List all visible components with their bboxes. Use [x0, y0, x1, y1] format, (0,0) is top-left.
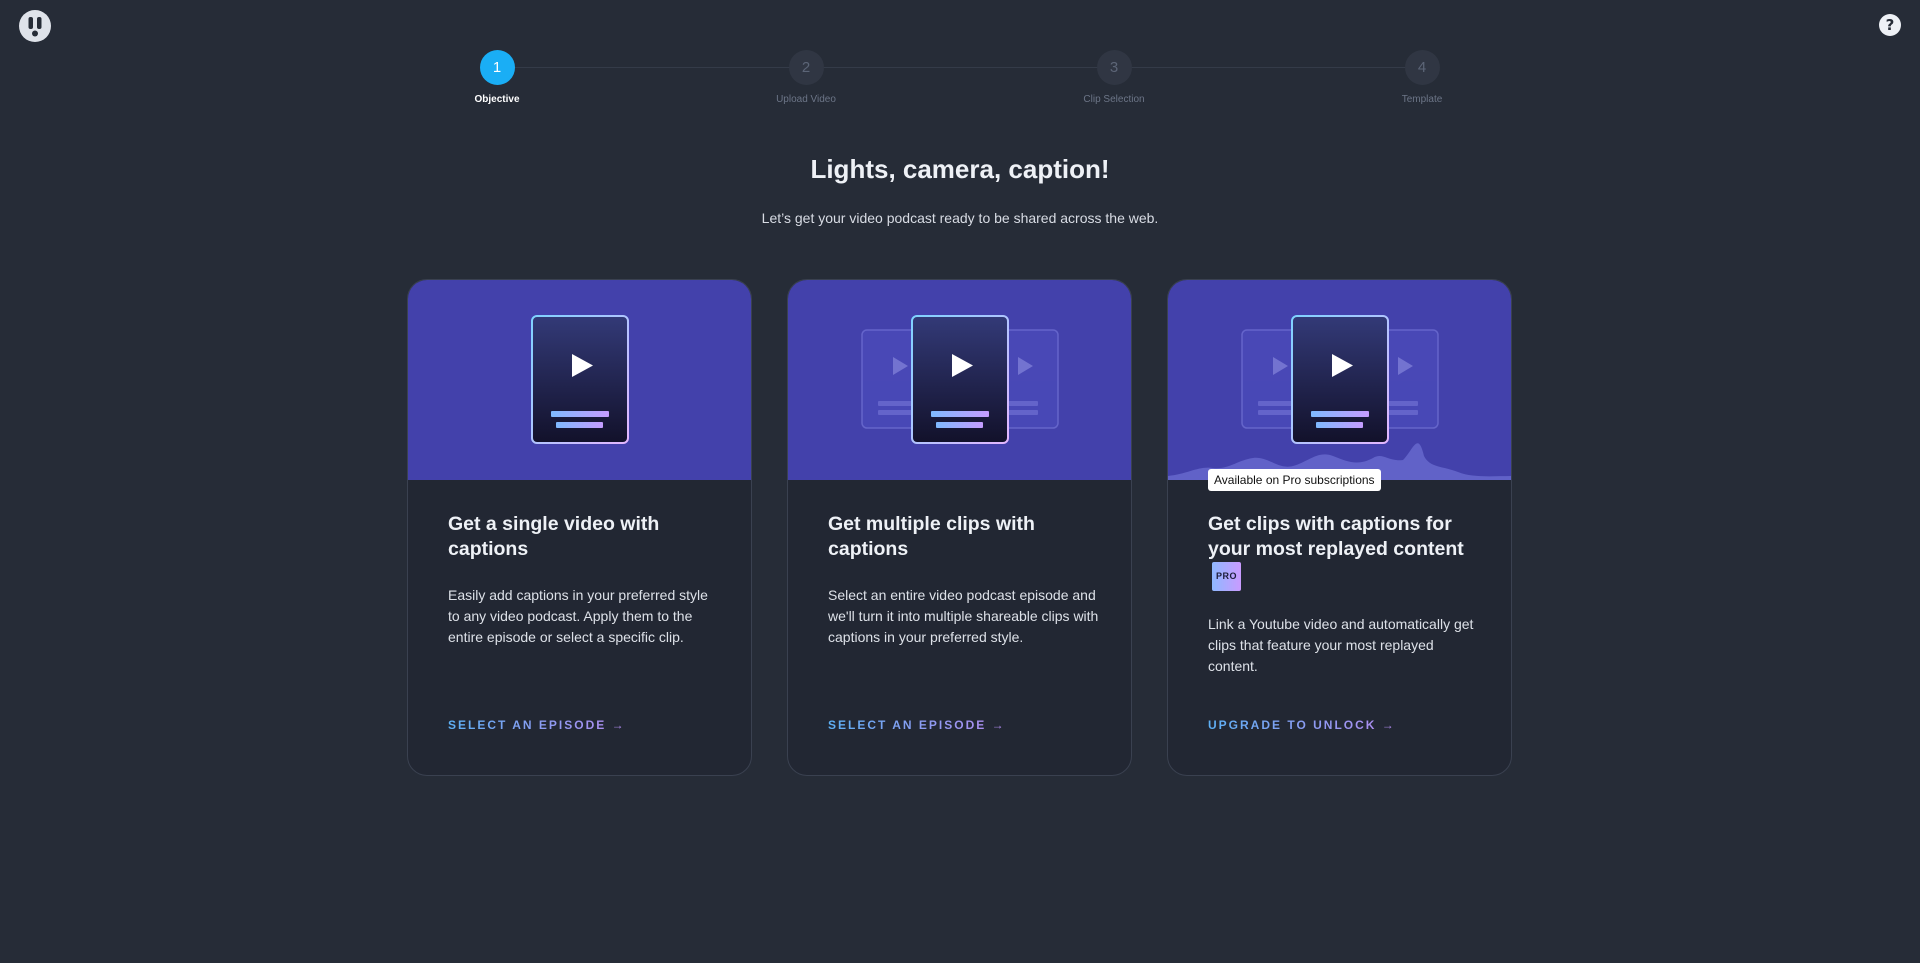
- page-title: Lights, camera, caption!: [810, 154, 1110, 184]
- card-title: Get multiple clips with captions: [828, 513, 1035, 560]
- card-title: Get a single video with captions: [448, 513, 660, 560]
- step-clip-selection[interactable]: 3 Clip Selection: [1059, 50, 1169, 105]
- exclamation-logo-icon: [28, 17, 42, 37]
- page: ? 1 Objective 2 Upload Video 3 Clip Sele…: [0, 0, 1920, 963]
- card-description: Select an entire video podcast episode a…: [828, 587, 1099, 645]
- video-card-icon: [1291, 315, 1389, 444]
- card-description: Easily add captions in your preferred st…: [448, 587, 708, 645]
- pro-tooltip: Available on Pro subscriptions: [1208, 469, 1381, 491]
- step-label: Clip Selection: [1083, 94, 1145, 105]
- step-template[interactable]: 4 Template: [1367, 50, 1477, 105]
- card-content: Get clips with captions for your most re…: [1208, 512, 1483, 677]
- card-illustration: [408, 280, 751, 480]
- card-content: Get multiple clips with captions Select …: [828, 512, 1103, 648]
- app-logo[interactable]: [19, 10, 51, 42]
- help-button[interactable]: ?: [1879, 14, 1901, 36]
- page-subtitle: Let’s get your video podcast ready to be…: [761, 210, 1159, 226]
- upgrade-link[interactable]: UPGRADE TO UNLOCK →: [1208, 718, 1396, 732]
- card-illustration: [788, 280, 1131, 480]
- card-most-replayed[interactable]: Available on Pro subscriptions Get clips…: [1167, 279, 1512, 776]
- select-episode-link[interactable]: SELECT AN EPISODE →: [448, 718, 626, 732]
- question-mark-icon: ?: [1885, 16, 1895, 34]
- video-card-icon: [911, 315, 1009, 444]
- card-single-video[interactable]: Get a single video with captions Easily …: [407, 279, 752, 776]
- step-number: 2: [788, 50, 824, 85]
- video-card-icon: [531, 315, 629, 444]
- step-number: 3: [1096, 50, 1132, 85]
- stepper-track: [497, 67, 1422, 68]
- card-description: Link a Youtube video and automatically g…: [1208, 616, 1474, 674]
- step-label: Upload Video: [776, 94, 836, 105]
- card-title-text: Get clips with captions for your most re…: [1208, 513, 1464, 560]
- step-upload-video[interactable]: 2 Upload Video: [751, 50, 861, 105]
- step-label: Template: [1401, 94, 1443, 105]
- progress-stepper: 1 Objective 2 Upload Video 3 Clip Select…: [474, 50, 1442, 110]
- card-illustration: Available on Pro subscriptions: [1168, 280, 1511, 491]
- card-content: Get a single video with captions Easily …: [448, 512, 723, 648]
- step-number: 1: [479, 50, 515, 85]
- step-objective[interactable]: 1 Objective: [442, 50, 552, 105]
- card-title: Get clips with captions for your most re…: [1208, 512, 1483, 591]
- card-multiple-clips[interactable]: Get multiple clips with captions Select …: [787, 279, 1132, 776]
- select-episode-link[interactable]: SELECT AN EPISODE →: [828, 718, 1006, 732]
- step-label: Objective: [474, 94, 520, 105]
- pro-badge: PRO: [1212, 562, 1242, 591]
- step-number: 4: [1404, 50, 1440, 85]
